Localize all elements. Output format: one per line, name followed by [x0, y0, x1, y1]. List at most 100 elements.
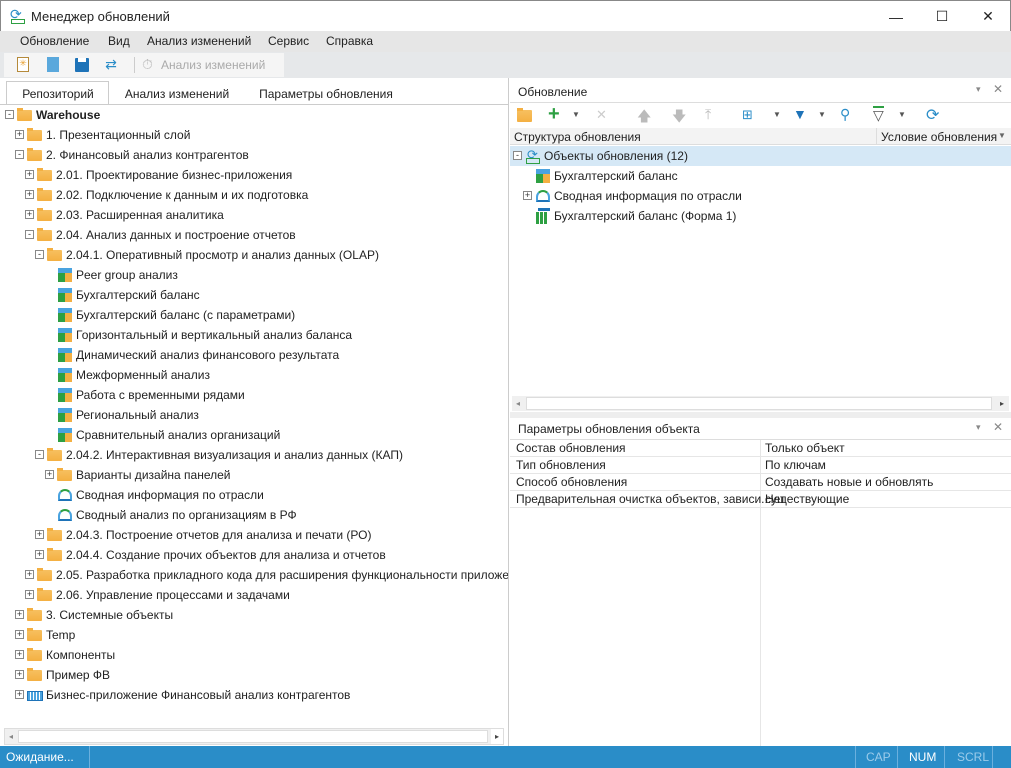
- tree-item[interactable]: Бухгалтерский баланс: [510, 166, 1011, 186]
- param-row[interactable]: Предварительная очистка объектов, зависи…: [510, 491, 1011, 508]
- tree-item[interactable]: - 2.04. Анализ данных и построение отчето…: [0, 225, 508, 245]
- menu-analysis[interactable]: Анализ изменений: [147, 34, 251, 48]
- tree-item[interactable]: - ⟳ Объекты обновления (12): [510, 146, 1011, 166]
- update-hscrollbar[interactable]: ◂ ▸: [512, 396, 1009, 411]
- panel-menu-icon[interactable]: ▾: [976, 422, 981, 433]
- tree-item[interactable]: + Temp: [0, 625, 508, 645]
- tree-item[interactable]: - 2.04.1. Оперативный просмотр и анализ д…: [0, 245, 508, 265]
- expand-icon[interactable]: +: [15, 130, 24, 139]
- tree-item[interactable]: +2.04.4. Создание прочих объектов для ан…: [0, 545, 508, 565]
- scrollbar-thumb[interactable]: [18, 730, 488, 743]
- folder-icon[interactable]: [517, 108, 532, 122]
- col-condition[interactable]: Условие обновления: [881, 130, 997, 144]
- collapse-icon[interactable]: -: [15, 150, 24, 159]
- scroll-right-icon[interactable]: ▸: [491, 729, 503, 744]
- expand-icon[interactable]: +: [15, 610, 24, 619]
- tree-item[interactable]: +2.03. Расширенная аналитика: [0, 205, 508, 225]
- panel-menu-icon[interactable]: ▾: [976, 84, 981, 95]
- tree-item[interactable]: Сводный анализ по организациям в РФ: [0, 505, 508, 525]
- collapse-icon[interactable]: -: [513, 151, 522, 160]
- filter-icon[interactable]: ▽: [873, 106, 884, 122]
- tree-item[interactable]: Бухгалтерский баланс (Форма 1): [510, 206, 1011, 226]
- expand-icon[interactable]: +: [523, 191, 532, 200]
- scroll-left-icon[interactable]: ◂: [512, 396, 524, 411]
- tree-item[interactable]: Горизонтальный и вертикальный анализ бал…: [0, 325, 508, 345]
- menu-service[interactable]: Сервис: [268, 34, 309, 48]
- collapse-icon[interactable]: -: [35, 250, 44, 259]
- column-dropdown-icon[interactable]: ▼: [998, 131, 1006, 140]
- col-structure[interactable]: Структура обновления: [514, 130, 641, 144]
- collapse-icon[interactable]: -: [25, 230, 34, 239]
- tree-item[interactable]: - Warehouse: [0, 105, 508, 125]
- sort-icon[interactable]: ▼: [793, 106, 807, 122]
- scroll-left-icon[interactable]: ◂: [5, 729, 17, 744]
- tree-item[interactable]: - 2.04.2. Интерактивная визуализация и ан…: [0, 445, 508, 465]
- menu-update[interactable]: Обновление: [20, 34, 89, 48]
- param-row[interactable]: Тип обновления По ключам: [510, 457, 1011, 474]
- tree-item[interactable]: + Компоненты: [0, 645, 508, 665]
- scrollbar-thumb[interactable]: [526, 397, 992, 410]
- param-value[interactable]: Только объект: [765, 440, 845, 457]
- tree-item[interactable]: +3. Системные объекты: [0, 605, 508, 625]
- expand-icon[interactable]: +: [25, 570, 34, 579]
- tree-item[interactable]: +2.05. Разработка прикладного кода для р…: [0, 565, 508, 585]
- tree-item[interactable]: Динамический анализ финансового результа…: [0, 345, 508, 365]
- new-file-icon[interactable]: ✳: [14, 56, 32, 74]
- collapse-icon[interactable]: -: [35, 450, 44, 459]
- panel-close-icon[interactable]: ✕: [993, 82, 1003, 96]
- tree-item[interactable]: + Бизнес-приложение Финансовый анализ кон…: [0, 685, 508, 705]
- tree-item[interactable]: Peer group анализ: [0, 265, 508, 285]
- tree-item[interactable]: + Пример ФВ: [0, 665, 508, 685]
- hierarchy-dropdown-icon[interactable]: ▼: [773, 110, 781, 119]
- tab-change-analysis[interactable]: Анализ изменений: [122, 82, 232, 104]
- sort-dropdown-icon[interactable]: ▼: [818, 110, 826, 119]
- param-row[interactable]: Способ обновления Создавать новые и обнов…: [510, 474, 1011, 506]
- save-icon[interactable]: [73, 56, 91, 74]
- expand-icon[interactable]: +: [35, 550, 44, 559]
- hierarchy-icon[interactable]: ⊞: [742, 107, 753, 123]
- expand-icon[interactable]: +: [15, 650, 24, 659]
- param-value[interactable]: По ключам: [765, 457, 826, 474]
- expand-icon[interactable]: +: [25, 210, 34, 219]
- minimize-button[interactable]: —: [873, 1, 919, 32]
- tree-item[interactable]: Региональный анализ: [0, 405, 508, 425]
- expand-icon[interactable]: +: [35, 530, 44, 539]
- tree-item[interactable]: +2.06. Управление процессами и задачами: [0, 585, 508, 605]
- tree-item[interactable]: +2.02. Подключение к данным и их подгото…: [0, 185, 508, 205]
- tree-item[interactable]: Сводная информация по отрасли: [0, 485, 508, 505]
- expand-icon[interactable]: +: [45, 470, 54, 479]
- tree-item[interactable]: +2.04.3. Построение отчетов для анализа …: [0, 525, 508, 545]
- add-dropdown-icon[interactable]: ▼: [572, 110, 580, 119]
- filter-dropdown-icon[interactable]: ▼: [898, 110, 906, 119]
- menu-help[interactable]: Справка: [326, 34, 373, 48]
- tab-repository[interactable]: Репозиторий: [7, 82, 109, 104]
- expand-icon[interactable]: +: [15, 690, 24, 699]
- horizontal-scrollbar[interactable]: ◂ ▸: [4, 728, 504, 745]
- refresh-icon[interactable]: ⟳: [926, 105, 939, 125]
- tree-item[interactable]: Бухгалтерский баланс (с параметрами): [0, 305, 508, 325]
- search-icon[interactable]: ⚲: [840, 106, 850, 123]
- param-value[interactable]: Нет: [765, 491, 785, 508]
- panel-close-icon[interactable]: ✕: [993, 420, 1003, 434]
- tab-update-params[interactable]: Параметры обновления: [258, 82, 394, 104]
- collapse-icon[interactable]: -: [5, 110, 14, 119]
- maximize-button[interactable]: ☐: [919, 1, 965, 32]
- tree-item[interactable]: +2.01. Проектирование бизнес-приложения: [0, 165, 508, 185]
- tree-item[interactable]: Бухгалтерский баланс: [0, 285, 508, 305]
- add-icon[interactable]: +: [548, 103, 560, 126]
- tree-item[interactable]: Работа с временными рядами: [0, 385, 508, 405]
- tree-item[interactable]: - 2. Финансовый анализ контрагентов: [0, 145, 508, 165]
- tree-item[interactable]: Межформенный анализ: [0, 365, 508, 385]
- tree-item[interactable]: + Сводная информация по отрасли: [510, 186, 1011, 206]
- expand-icon[interactable]: +: [15, 630, 24, 639]
- tree-item[interactable]: Сравнительный анализ организаций: [0, 425, 508, 445]
- param-row[interactable]: Состав обновления Только объект: [510, 440, 1011, 457]
- tree-item[interactable]: +1. Презентационный слой: [0, 125, 508, 145]
- expand-icon[interactable]: +: [15, 670, 24, 679]
- open-icon[interactable]: [44, 56, 62, 74]
- expand-icon[interactable]: +: [25, 170, 34, 179]
- tree-item[interactable]: + Варианты дизайна панелей: [0, 465, 508, 485]
- scroll-right-icon[interactable]: ▸: [996, 396, 1008, 411]
- expand-icon[interactable]: +: [25, 590, 34, 599]
- expand-icon[interactable]: +: [25, 190, 34, 199]
